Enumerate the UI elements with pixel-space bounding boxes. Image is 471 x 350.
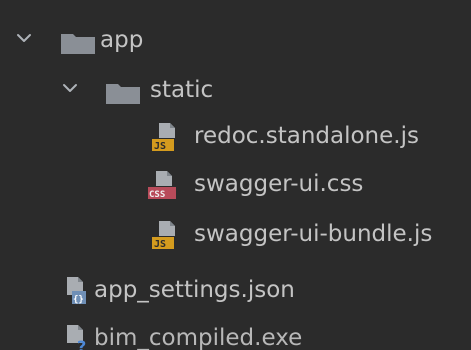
tree-item-label: static [150, 77, 214, 103]
tree-item-label: swagger-ui.css [194, 171, 364, 197]
tree-item-label: swagger-ui-bundle.js [194, 221, 433, 247]
css-file-icon: CSS [148, 169, 178, 200]
svg-text:?: ? [77, 337, 86, 350]
tree-item-label: app [100, 27, 144, 53]
tree-item-app-settings-json[interactable]: {} app_settings.json [0, 270, 471, 310]
tree-item-swagger-ui-bundle-js[interactable]: JS swagger-ui-bundle.js [0, 214, 471, 254]
chevron-down-icon[interactable] [58, 76, 82, 100]
svg-text:CSS: CSS [149, 190, 165, 200]
tree-item-redoc-standalone-js[interactable]: JS redoc.standalone.js [0, 116, 471, 156]
javascript-file-icon: JS [152, 121, 182, 152]
javascript-file-icon: JS [152, 219, 182, 250]
tree-item-label: app_settings.json [94, 277, 295, 303]
svg-text:{}: {} [73, 295, 84, 305]
project-file-tree: app static JS redoc.standalone.js CSS sw… [0, 0, 471, 350]
svg-text:JS: JS [154, 239, 166, 250]
executable-file-icon: ? [63, 323, 93, 350]
tree-item-bim-compiled-exe[interactable]: ? bim_compiled.exe [0, 318, 471, 350]
tree-item-static[interactable]: static [0, 70, 471, 110]
folder-icon [105, 78, 141, 104]
chevron-down-icon[interactable] [12, 26, 36, 50]
svg-text:JS: JS [154, 141, 166, 152]
tree-item-label: bim_compiled.exe [94, 325, 303, 350]
tree-item-app[interactable]: app [0, 20, 471, 60]
tree-item-label: redoc.standalone.js [194, 123, 419, 149]
json-file-icon: {} [63, 275, 93, 306]
tree-item-swagger-ui-css[interactable]: CSS swagger-ui.css [0, 164, 471, 204]
folder-icon [60, 28, 96, 54]
